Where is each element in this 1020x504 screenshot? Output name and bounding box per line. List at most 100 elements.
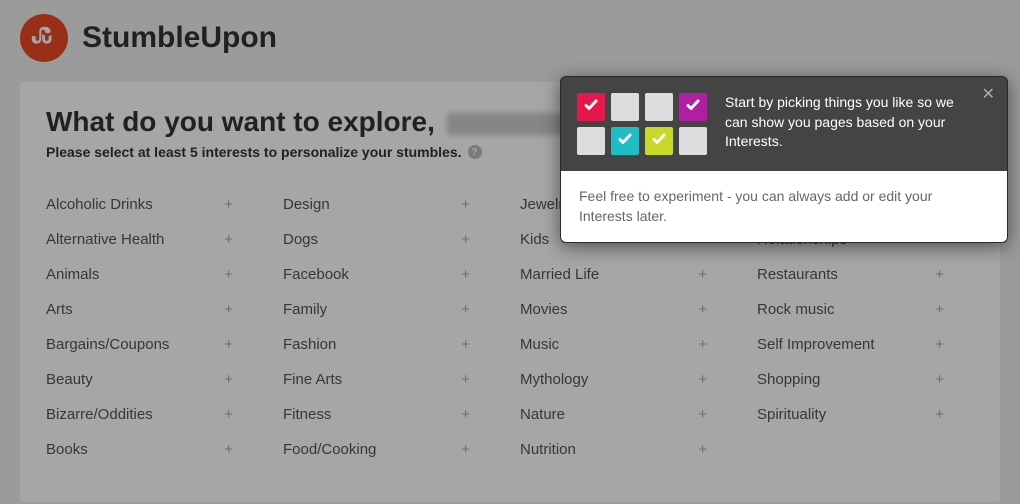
interest-item[interactable]: Nutrition + [520,441,737,458]
plus-icon: + [224,371,233,388]
check-icon [685,97,701,118]
interest-item[interactable]: Fitness + [283,406,500,423]
interest-label: Fitness [283,406,331,423]
help-icon[interactable]: ? [468,145,482,159]
plus-icon: + [698,406,707,423]
plus-icon: + [224,266,233,283]
tooltip-secondary-text: Feel free to experiment - you can always… [561,171,1007,242]
interest-label: Shopping [757,371,820,388]
interest-label: Dogs [283,231,318,248]
interest-label: Spirituality [757,406,826,423]
interest-item[interactable]: Nature + [520,406,737,423]
plus-icon: + [461,266,470,283]
sample-box [679,93,707,121]
plus-icon: + [461,301,470,318]
brand-name: StumbleUpon [82,21,277,55]
interest-label: Nature [520,406,565,423]
plus-icon: + [461,196,470,213]
interest-item[interactable]: Arts + [46,301,263,318]
interest-item[interactable]: Books + [46,441,263,458]
heading-prefix: What do you want to explore, [46,106,435,137]
tooltip-primary-text: Start by picking things you like so we c… [725,93,967,152]
interest-item[interactable]: Food/Cooking + [283,441,500,458]
interest-item[interactable]: Married Life+ [520,266,737,283]
close-icon[interactable]: ✕ [982,87,995,103]
interest-item[interactable]: Music + [520,336,737,353]
interest-item[interactable]: Alcoholic Drinks + [46,196,263,213]
interest-label: Self Improvement [757,336,875,353]
interest-label: Arts [46,301,73,318]
interest-item[interactable]: Alternative Health + [46,231,263,248]
interest-label: Alcoholic Drinks [46,196,153,213]
plus-icon: + [224,196,233,213]
interest-item[interactable]: Self Improvement+ [757,336,974,353]
interest-item[interactable]: Restaurants + [757,266,974,283]
check-icon [617,131,633,152]
interest-label: Married Life [520,266,599,283]
plus-icon: + [935,301,944,318]
sample-box [577,127,605,155]
tooltip-arrow-icon [560,157,561,177]
interest-label: Books [46,441,88,458]
plus-icon: + [224,301,233,318]
interest-item[interactable]: Mythology+ [520,371,737,388]
plus-icon: + [698,301,707,318]
interest-sample-grid [577,93,707,155]
interest-label: Facebook [283,266,349,283]
plus-icon: + [935,266,944,283]
plus-icon: + [461,231,470,248]
interest-label: Movies [520,301,568,318]
interest-item[interactable]: Shopping + [757,371,974,388]
interest-item[interactable]: Spirituality + [757,406,974,423]
plus-icon: + [224,406,233,423]
sample-box [611,93,639,121]
interest-label: Rock music [757,301,835,318]
sample-box [611,127,639,155]
plus-icon: + [698,371,707,388]
interest-label: Fashion [283,336,336,353]
plus-icon: + [698,336,707,353]
interest-label: Restaurants [757,266,838,283]
interest-item[interactable]: Dogs + [283,231,500,248]
sample-box [645,127,673,155]
interest-item[interactable]: Fashion + [283,336,500,353]
interest-label: Nutrition [520,441,576,458]
interest-item[interactable]: Bargains/Coupons+ [46,336,263,353]
header: StumbleUpon [0,0,1020,72]
plus-icon: + [461,371,470,388]
interest-item[interactable]: Movies + [520,301,737,318]
plus-icon: + [698,441,707,458]
interest-label: Food/Cooking [283,441,376,458]
logo-icon [20,14,68,62]
interest-label: Family [283,301,327,318]
interest-label: Bizarre/Oddities [46,406,153,423]
interest-item[interactable]: Design+ [283,196,500,213]
interest-item[interactable]: Bizarre/Oddities + [46,406,263,423]
sample-box [679,127,707,155]
check-icon [583,97,599,118]
plus-icon: + [461,406,470,423]
interest-label: Kids [520,231,549,248]
plus-icon: + [224,231,233,248]
plus-icon: + [935,371,944,388]
sample-box [645,93,673,121]
interest-item[interactable]: Family + [283,301,500,318]
check-icon [651,131,667,152]
plus-icon: + [224,441,233,458]
interest-label: Beauty [46,371,93,388]
plus-icon: + [224,336,233,353]
interest-label: Music [520,336,559,353]
plus-icon: + [935,406,944,423]
plus-icon: + [461,336,470,353]
interest-item[interactable]: Fine Arts + [283,371,500,388]
interest-item[interactable]: Facebook + [283,266,500,283]
interest-item[interactable]: Beauty + [46,371,263,388]
interest-label: Alternative Health [46,231,164,248]
plus-icon: + [461,441,470,458]
interest-label: Fine Arts [283,371,342,388]
onboarding-tooltip: ✕ Start by picking things you like so we… [560,76,1008,243]
subtitle-text: Please select at least 5 interests to pe… [46,144,462,160]
interest-item[interactable]: Animals+ [46,266,263,283]
interest-item[interactable]: Rock music + [757,301,974,318]
sample-box [577,93,605,121]
